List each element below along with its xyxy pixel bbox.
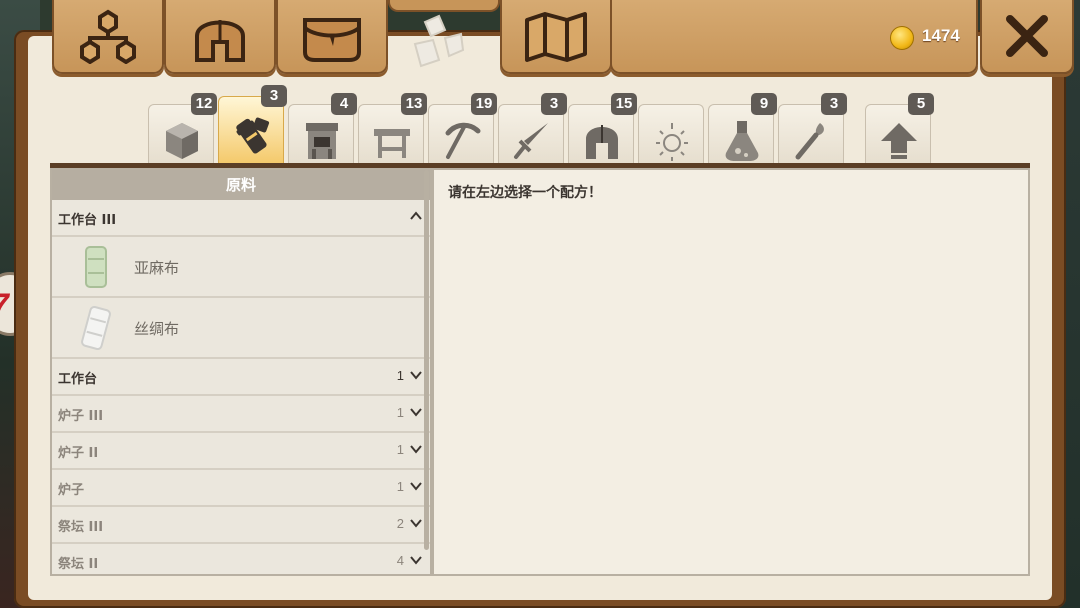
recipe-item-silk[interactable]: 丝绸布	[52, 298, 430, 359]
count-badge: 5	[908, 93, 934, 115]
category-tab-workbench[interactable]: 13	[358, 93, 427, 164]
group-count: 1	[396, 479, 404, 494]
category-tab-upgrades[interactable]: 5	[865, 93, 934, 164]
material-roll-icon	[236, 117, 270, 154]
category-tab-magic[interactable]	[638, 104, 704, 164]
count-badge: 3	[261, 85, 287, 107]
cube-icon	[166, 123, 198, 159]
group-title: 祭坛 III	[58, 520, 104, 535]
group-title: 工作台 III	[58, 213, 117, 228]
group-header-furnace[interactable]: 炉子 1	[52, 470, 430, 507]
recipe-detail-panel: 请在左边选择一个配方！	[432, 168, 1030, 576]
crafting-icon	[413, 14, 465, 68]
silk-roll-icon	[81, 306, 111, 350]
group-header-workbench-iii[interactable]: 工作台 III	[52, 200, 430, 237]
group-header-altar-ii[interactable]: 祭坛 II 4	[52, 544, 430, 574]
pickaxe-icon	[445, 122, 481, 159]
count-badge: 13	[401, 93, 427, 115]
count-badge: 12	[191, 93, 217, 115]
group-count: 1	[396, 442, 404, 457]
tab-bag[interactable]	[276, 0, 388, 74]
chevron-down-icon	[410, 519, 422, 528]
group-header-furnace-ii[interactable]: 炉子 II 1	[52, 433, 430, 470]
gold-coin-icon	[890, 26, 914, 50]
group-title: 炉子	[58, 483, 85, 498]
count-badge: 9	[751, 93, 777, 115]
upgrade-arrow-icon	[881, 123, 917, 159]
category-tab-potions[interactable]: 9	[708, 93, 777, 164]
category-tab-materials[interactable]: 3	[218, 85, 287, 164]
potion-icon	[725, 121, 759, 161]
group-count: 1	[396, 405, 404, 420]
group-title: 工作台	[58, 372, 98, 387]
count-badge: 15	[611, 93, 637, 115]
furnace-icon	[306, 123, 338, 159]
chevron-down-icon	[410, 408, 422, 417]
helmet-icon	[195, 20, 245, 62]
count-badge: 3	[541, 93, 567, 115]
category-tab-weapons[interactable]: 3	[498, 93, 567, 164]
torch-icon	[795, 123, 824, 160]
count-badge: 3	[821, 93, 847, 115]
sword-icon	[514, 123, 548, 159]
recipe-list-panel: 原料 工作台 III 亚麻布 丝绸布 工作台 1 炉子 III 1 炉子 II …	[50, 168, 432, 576]
sparkle-icon	[656, 123, 688, 161]
chevron-up-icon	[410, 211, 422, 220]
category-tab-armor[interactable]: 15	[568, 93, 637, 164]
recipe-list-scrollbar[interactable]	[424, 170, 429, 550]
group-count: 4	[396, 553, 404, 568]
linen-roll-icon	[85, 246, 107, 288]
tab-skill-tree[interactable]	[52, 0, 164, 74]
chevron-down-icon	[410, 482, 422, 491]
group-title: 炉子 II	[58, 446, 99, 461]
select-recipe-prompt: 请在左边选择一个配方！	[448, 185, 602, 201]
category-tab-torches[interactable]: 3	[778, 93, 847, 164]
currency-bar: 1474	[610, 0, 978, 74]
skill-tree-icon	[80, 9, 136, 64]
group-header-furnace-iii[interactable]: 炉子 III 1	[52, 396, 430, 433]
gold-amount: 1474	[922, 26, 960, 45]
map-icon	[525, 12, 587, 62]
tab-map[interactable]	[500, 0, 612, 74]
category-tab-tools[interactable]: 19	[428, 93, 497, 164]
chevron-down-icon	[410, 371, 422, 380]
chevron-down-icon	[410, 445, 422, 454]
category-tab-blocks[interactable]: 12	[148, 93, 217, 164]
group-count: 1	[396, 368, 404, 383]
recipe-name: 丝绸布	[134, 320, 180, 338]
bag-icon	[303, 18, 361, 62]
chevron-down-icon	[410, 556, 422, 565]
close-button[interactable]	[980, 0, 1074, 74]
recipe-name: 亚麻布	[134, 259, 180, 277]
helmet-icon	[586, 125, 618, 159]
tab-equipment[interactable]	[164, 0, 276, 74]
recipe-item-linen[interactable]: 亚麻布	[52, 237, 430, 298]
recipe-list-header: 原料	[52, 170, 430, 200]
workbench-icon	[374, 129, 410, 158]
category-tab-furnace[interactable]: 4	[288, 93, 357, 164]
group-header-workbench[interactable]: 工作台 1	[52, 359, 430, 396]
count-badge: 4	[331, 93, 357, 115]
count-badge: 19	[471, 93, 497, 115]
close-icon	[1006, 15, 1048, 57]
group-title: 祭坛 II	[58, 557, 99, 572]
group-title: 炉子 III	[58, 409, 104, 424]
group-count: 2	[396, 516, 404, 531]
group-header-altar-iii[interactable]: 祭坛 III 2	[52, 507, 430, 544]
